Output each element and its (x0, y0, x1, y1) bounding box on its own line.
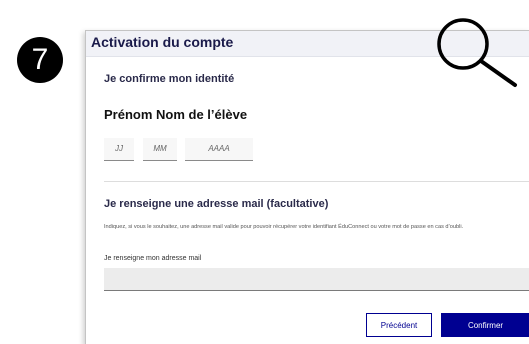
birth-month-field[interactable]: MM (143, 138, 177, 161)
step-number-badge: 7 (17, 37, 63, 83)
tutorial-screenshot: 7 Activation du compte Je confirme mon i… (0, 0, 529, 344)
panel-title: Activation du compte (91, 34, 234, 50)
email-input[interactable] (104, 268, 529, 291)
birth-year-field[interactable]: AAAA (185, 138, 253, 161)
email-help-text: Indiquez, si vous le souhaitez, une adre… (104, 224, 464, 230)
birth-day-field[interactable]: JJ (104, 138, 134, 161)
email-field-label: Je renseigne mon adresse mail (104, 255, 202, 262)
email-section-title: Je renseigne une adresse mail (facultati… (104, 198, 329, 210)
student-name: Prénom Nom de l’élève (104, 107, 248, 122)
identity-section-title: Je confirme mon identité (104, 73, 235, 85)
confirm-button[interactable]: Confirmer (441, 313, 529, 337)
previous-button[interactable]: Précédent (366, 313, 432, 337)
section-divider (104, 181, 529, 182)
magnifier-icon (437, 18, 517, 87)
